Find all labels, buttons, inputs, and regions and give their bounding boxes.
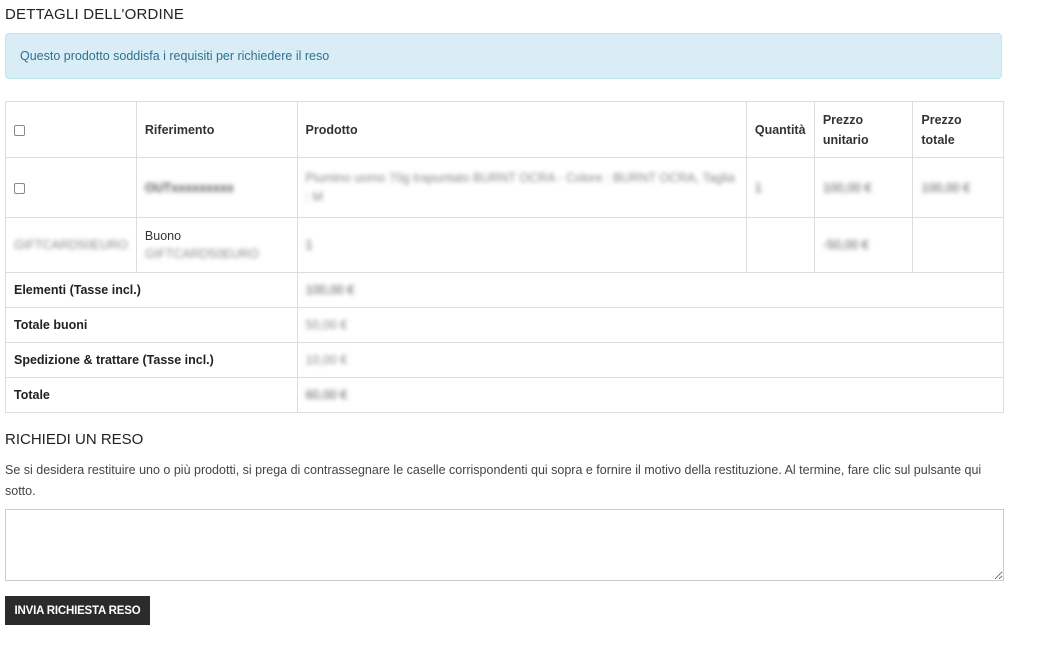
totals-value: 60,00 € [296,377,1005,413]
header-product: Prodotto [296,101,747,158]
voucher-quantity: 1 [296,217,747,273]
voucher-code: GIFTCARD50EURO [5,217,137,273]
totals-row: Spedizione & trattare (Tasse incl.) 10,0… [5,342,1005,378]
order-table: Riferimento Prodotto Quantità Prezzo uni… [5,101,1005,413]
voucher-ref-code: GIFTCARD50EURO [144,247,259,261]
voucher-label: Buono [144,229,182,243]
totals-label: Totale buoni [5,307,298,343]
totals-row: Totale buoni 50,00 € [5,307,1005,343]
voucher-unit-price: -50,00 € [813,217,914,273]
totals-value: 50,00 € [296,307,1005,343]
table-row: OUTxxxxxxxxx Piumino uomo 70g trapuntato… [5,157,1004,218]
row-select-cell [5,157,137,218]
header-unit-price: Prezzo unitario [813,101,914,158]
return-request-description: Se si desidera restituire uno o più prod… [5,463,982,498]
voucher-empty-cell [745,217,815,273]
header-total-price: Prezzo totale [912,101,1004,158]
product-reference: OUTxxxxxxxxx [135,157,298,218]
product-total-price: 100,00 € [912,157,1004,218]
totals-label: Spedizione & trattare (Tasse incl.) [5,342,298,378]
totals-value: 10,00 € [296,342,1005,378]
voucher-reference: Buono GIFTCARD50EURO [135,217,298,273]
product-unit-price: 100,00 € [813,157,914,218]
product-name: Piumino uomo 70g trapuntato BURNT OCRA -… [296,157,747,218]
product-quantity: 1 [745,157,815,218]
select-all-cell [5,101,137,158]
row-checkbox[interactable] [14,182,25,194]
table-row: GIFTCARD50EURO Buono GIFTCARD50EURO 1 -5… [5,217,1004,273]
header-reference: Riferimento [135,101,298,158]
totals-row: Elementi (Tasse incl.) 100,00 € [5,272,1005,308]
voucher-total-price [912,217,1004,273]
header-quantity: Quantità [745,101,815,158]
totals-label: Elementi (Tasse incl.) [5,272,298,308]
table-header-row: Riferimento Prodotto Quantità Prezzo uni… [5,101,1004,158]
submit-return-button[interactable]: INVIA RICHIESTA RESO [5,596,150,625]
totals-label: Totale [5,377,298,413]
order-details-title: DETTAGLI DELL'ORDINE [5,6,185,23]
totals-row: Totale 60,00 € [5,377,1005,413]
totals-value: 100,00 € [296,272,1005,308]
return-reason-textarea[interactable] [5,509,1004,581]
return-request-title: RICHIEDI UN RESO [5,431,144,448]
eligibility-alert: Questo prodotto soddisfa i requisiti per… [5,33,1002,79]
select-all-checkbox[interactable] [14,124,25,136]
